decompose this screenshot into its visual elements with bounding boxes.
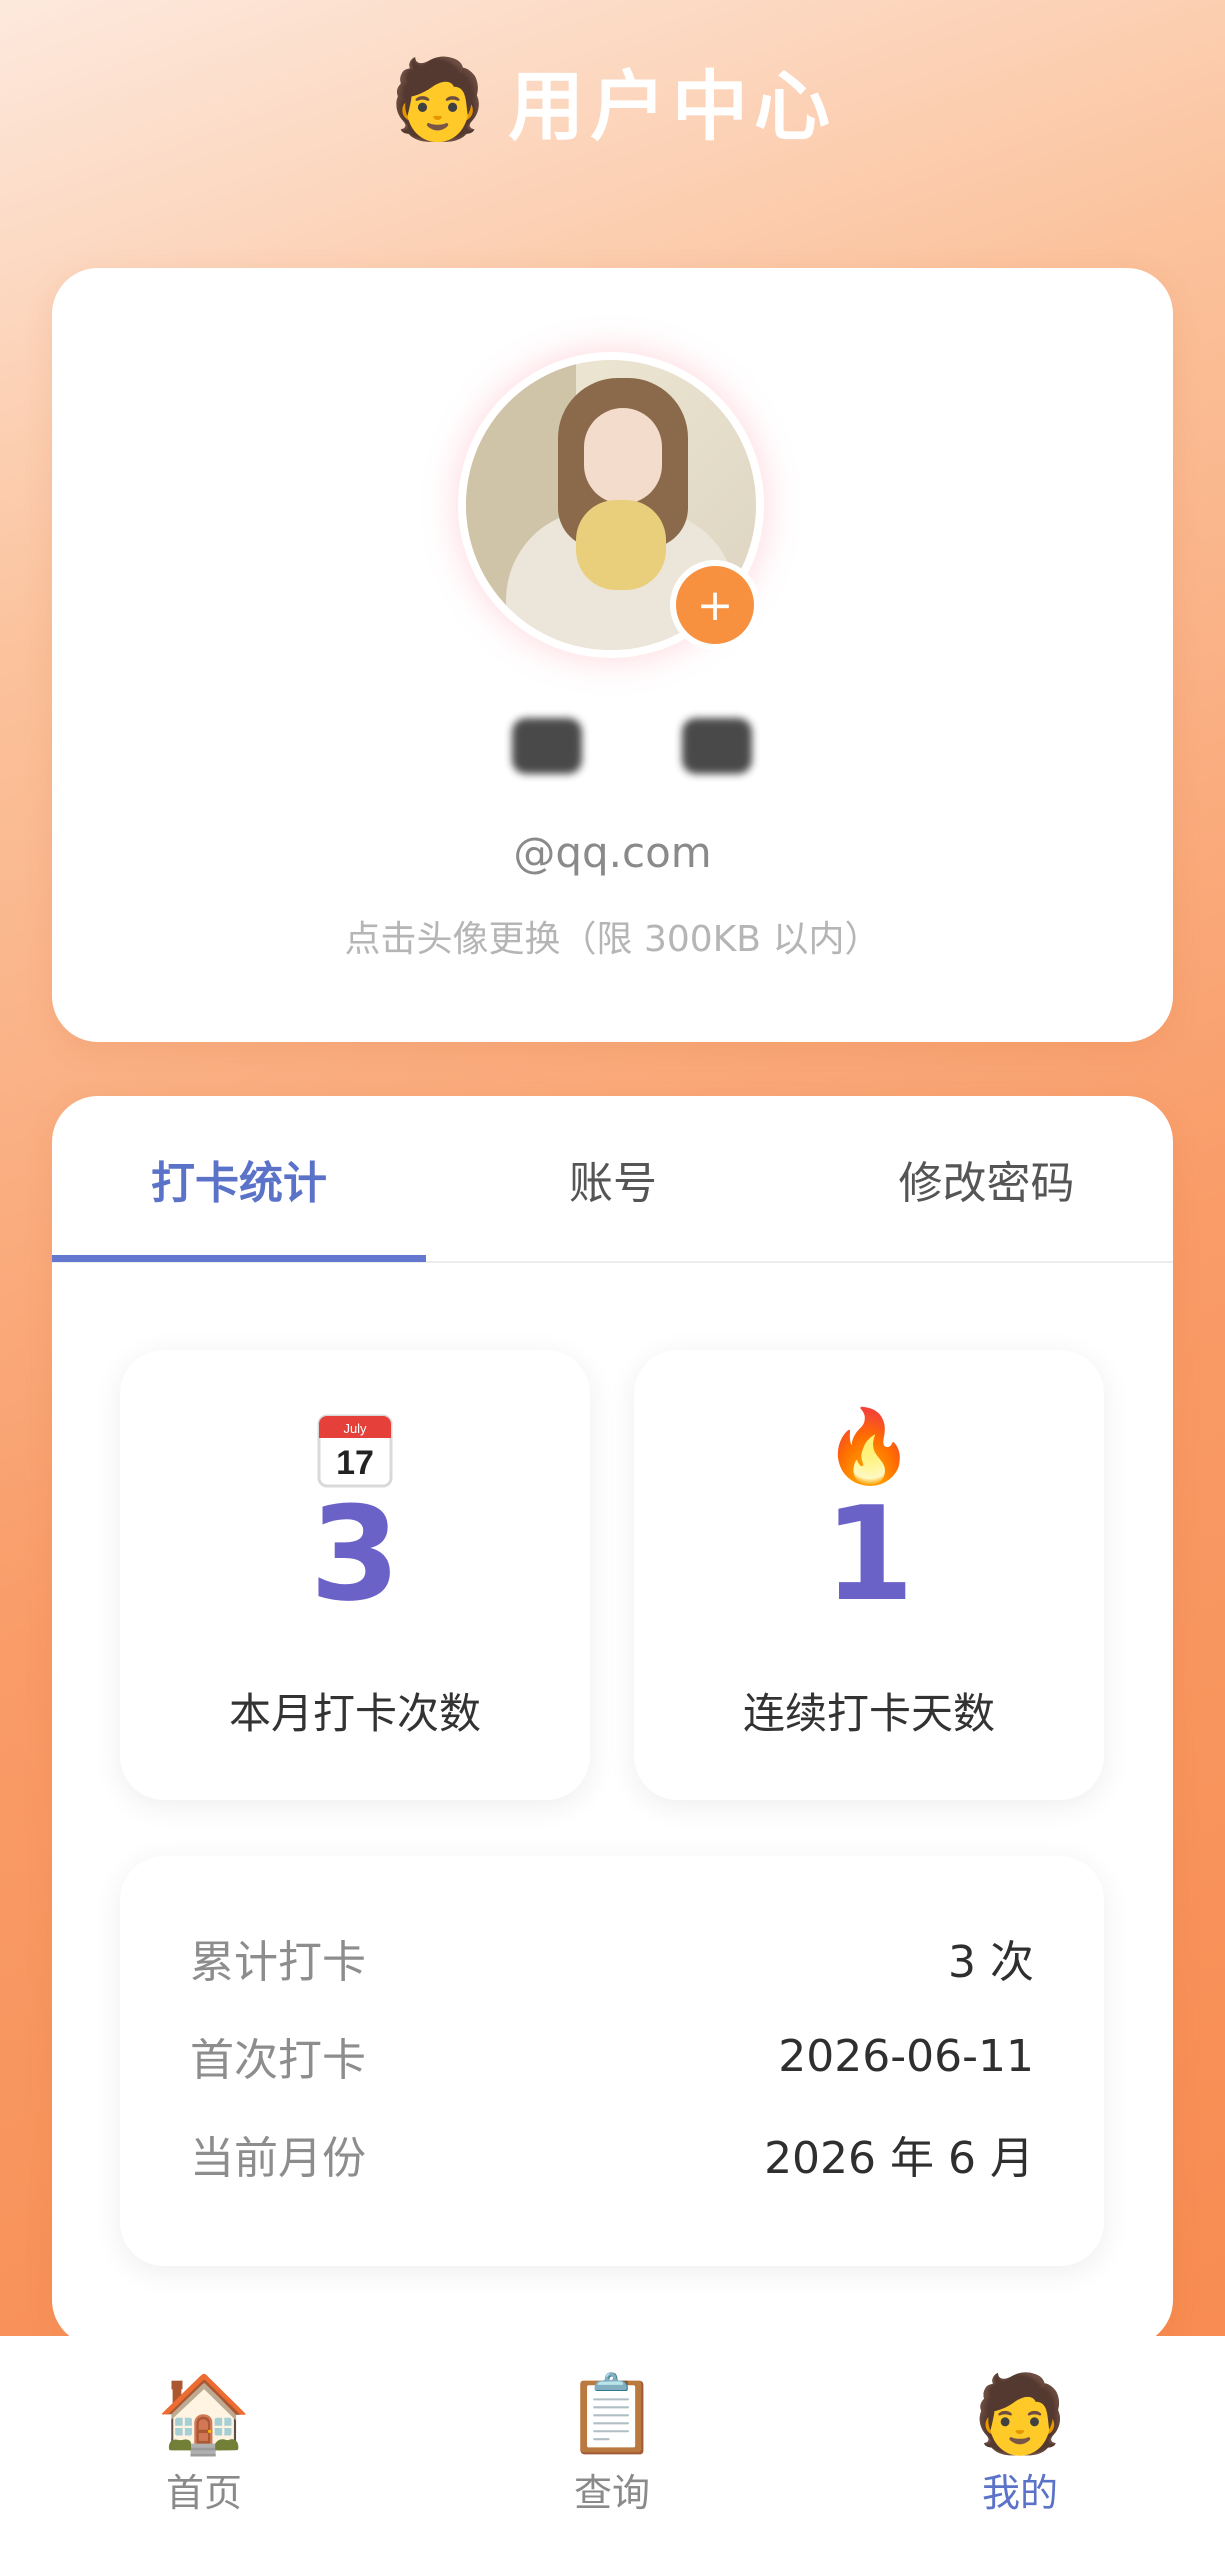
summary-value: 2026 年 6 月 [764, 2133, 1034, 2184]
person-icon: 🧑 [972, 2369, 1068, 2458]
username-blurred [512, 718, 752, 774]
monthly-checkin-tile: July 17 3 本月打卡次数 [120, 1350, 590, 1800]
nav-label: 我的 [981, 2471, 1058, 2515]
tab-change-password[interactable]: 修改密码 [800, 1096, 1173, 1261]
user-email: @qq.com [513, 828, 712, 877]
summary-value: 2026-06-11 [778, 2030, 1034, 2082]
svg-text:July: July [343, 1421, 367, 1436]
avatar-hint: 点击头像更换（限 300KB 以内） [344, 919, 881, 960]
summary-row-month: 当前月份 2026 年 6 月 [190, 2114, 1034, 2194]
tab-account[interactable]: 账号 [426, 1096, 800, 1261]
summary-key: 累计打卡 [190, 1937, 366, 1988]
summary-row-first: 首次打卡 2026-06-11 [190, 2016, 1034, 2096]
nav-label: 首页 [165, 2471, 242, 2515]
change-avatar-button[interactable]: + [670, 560, 760, 650]
profile-card: + @qq.com 点击头像更换（限 300KB 以内） [52, 268, 1173, 1042]
stats-card: 打卡统计 账号 修改密码 July 17 3 本月打卡次数 🔥 1 连续打卡天数… [52, 1096, 1173, 2346]
nav-home[interactable]: 🏠 首页 [54, 2376, 354, 2517]
tab-bar: 打卡统计 账号 修改密码 [52, 1096, 1173, 1263]
summary-row-total: 累计打卡 3 次 [190, 1918, 1034, 1998]
home-icon: 🏠 [156, 2369, 252, 2458]
tab-indicator [52, 1255, 426, 1262]
checkin-summary: 累计打卡 3 次 首次打卡 2026-06-11 当前月份 2026 年 6 月 [120, 1856, 1104, 2266]
tab-checkin-stats[interactable]: 打卡统计 [52, 1096, 426, 1261]
summary-value: 3 次 [948, 1937, 1034, 1988]
app-header: 🧑 用户中心 [0, 40, 1225, 160]
nav-query[interactable]: 📋 查询 [462, 2376, 762, 2517]
clipboard-icon: 📋 [564, 2369, 660, 2458]
person-icon: 🧑 [388, 55, 487, 145]
streak-count: 1 [823, 1478, 915, 1630]
streak-tile: 🔥 1 连续打卡天数 [634, 1350, 1104, 1800]
summary-key: 当前月份 [190, 2133, 366, 2184]
nav-label: 查询 [573, 2471, 650, 2515]
monthly-checkin-count: 3 [309, 1478, 401, 1630]
page-title: 用户中心 [508, 62, 837, 151]
nav-mine[interactable]: 🧑 我的 [870, 2376, 1170, 2517]
monthly-checkin-label: 本月打卡次数 [228, 1689, 481, 1738]
bottom-nav: 🏠 首页 📋 查询 🧑 我的 [0, 2336, 1225, 2560]
streak-label: 连续打卡天数 [742, 1689, 995, 1738]
summary-key: 首次打卡 [190, 2035, 366, 2086]
